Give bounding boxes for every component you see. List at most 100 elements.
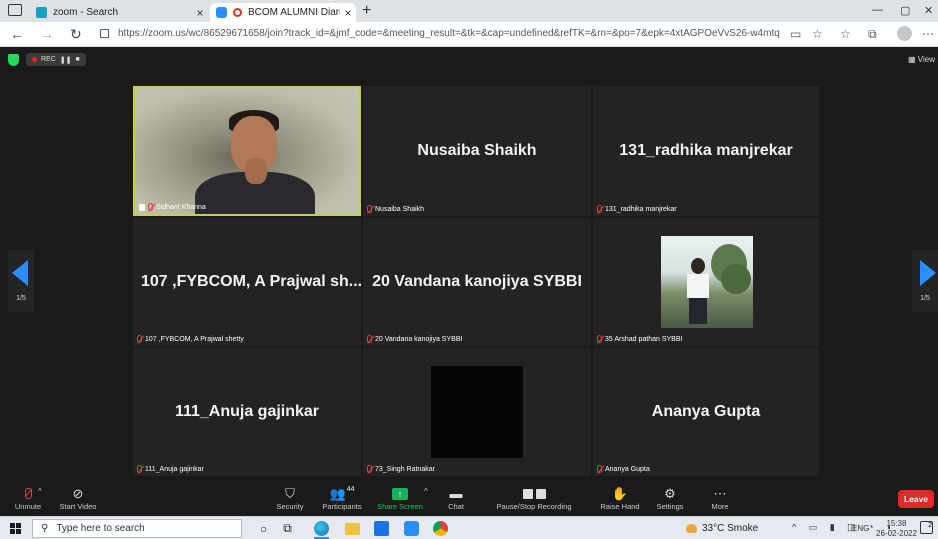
notifications-icon[interactable]: 2 bbox=[920, 521, 933, 534]
muted-mic-icon bbox=[148, 203, 153, 211]
video-tile[interactable]: 20 Vandana kanojiya SYBBI 20 Vandana kan… bbox=[363, 218, 591, 346]
muted-mic-icon bbox=[597, 335, 602, 343]
more-button[interactable]: ⋯ More bbox=[684, 485, 756, 512]
close-tab-icon[interactable]: × bbox=[192, 6, 208, 20]
edge-icon[interactable] bbox=[314, 521, 329, 536]
bing-icon bbox=[36, 7, 47, 18]
start-video-button[interactable]: ⊘ Start Video bbox=[42, 485, 114, 512]
collections-icon[interactable]: ⧉ bbox=[868, 27, 877, 42]
pause-icon: ❚❚ bbox=[59, 56, 72, 64]
tab-actions-icon[interactable] bbox=[8, 4, 22, 16]
tab-label: BCOM ALUMNI Diaries - Mi bbox=[248, 7, 340, 18]
zoom-app-icon[interactable] bbox=[404, 521, 419, 536]
muted-mic-icon bbox=[137, 465, 142, 473]
restore-icon[interactable]: ▢ bbox=[900, 4, 910, 17]
view-button[interactable]: ▦ View bbox=[908, 55, 935, 64]
new-tab-icon[interactable]: + bbox=[362, 2, 371, 20]
stop-icon: ■ bbox=[75, 56, 80, 63]
chat-button[interactable]: ▬ Chat bbox=[420, 485, 492, 511]
chat-icon: ▬ bbox=[449, 486, 463, 501]
taskbar-search-input[interactable]: ⚲ Type here to search bbox=[32, 519, 242, 538]
task-view-icon[interactable]: ⧉ bbox=[280, 521, 295, 536]
participant-label: 107 ,FYBCOM, A Prajwal shetty bbox=[137, 335, 244, 343]
pin-icon bbox=[139, 203, 145, 211]
shield-icon: ⛉ bbox=[285, 485, 295, 501]
camera-icon[interactable]: ▭ bbox=[790, 27, 801, 41]
recording-icon bbox=[233, 8, 242, 17]
previous-page-button[interactable]: 1/5 bbox=[8, 250, 34, 312]
gear-icon: ⚙ bbox=[664, 485, 676, 501]
more-icon: ⋯ bbox=[713, 485, 727, 501]
favorite-icon[interactable]: ☆ bbox=[812, 27, 823, 41]
video-tile[interactable]: Ananya Gupta Ananya Gupta bbox=[593, 348, 819, 476]
profile-photo bbox=[431, 366, 523, 458]
language-indicator[interactable]: ENG bbox=[852, 524, 869, 533]
forward-icon[interactable]: → bbox=[40, 26, 54, 42]
favorites-bar-icon[interactable]: ☆ bbox=[840, 27, 851, 41]
tab-zoom-search[interactable]: zoom - Search × bbox=[36, 3, 208, 22]
profile-avatar[interactable] bbox=[897, 26, 912, 41]
meeting-controls: Unmute ^ ⊘ Start Video ⛉ Security 👥 44 Pa… bbox=[0, 483, 938, 516]
participant-label: Sidhant Khanna bbox=[139, 203, 206, 211]
rec-dot-icon bbox=[32, 57, 37, 62]
windows-taskbar: ⚲ Type here to search ○ ⧉ 33°C Smoke ^ ▭… bbox=[0, 516, 938, 539]
pause-stop-recording-button[interactable]: Pause/Stop Recording bbox=[496, 485, 572, 511]
close-window-icon[interactable]: ✕ bbox=[924, 4, 933, 17]
url-field[interactable]: https://zoom.us/wc/86529671658/join?trac… bbox=[118, 28, 780, 39]
participant-display-name: 107 ,FYBCOM, A Prajwal sh... bbox=[141, 273, 361, 290]
zoom-top-bar: REC ❚❚ ■ ▦ View bbox=[0, 47, 938, 73]
participant-display-name: 131_radhika manjrekar bbox=[619, 142, 793, 159]
participant-label: 73_Singh Ratnakar bbox=[367, 465, 435, 473]
tab-label: zoom - Search bbox=[53, 7, 119, 18]
back-icon[interactable]: ← bbox=[10, 26, 24, 42]
participant-display-name: 111_Anuja gajinkar bbox=[174, 403, 320, 420]
muted-mic-icon bbox=[367, 465, 372, 473]
muted-mic-icon bbox=[597, 205, 602, 213]
time-text: 15:38 bbox=[886, 519, 907, 528]
video-tile[interactable]: 107 ,FYBCOM, A Prajwal sh... 107 ,FYBCOM… bbox=[133, 218, 361, 346]
shield-icon[interactable] bbox=[8, 54, 19, 66]
rec-label: REC bbox=[41, 56, 56, 63]
minimize-icon[interactable]: — bbox=[872, 4, 883, 16]
refresh-icon[interactable]: ↻ bbox=[70, 26, 82, 43]
close-tab-icon[interactable]: × bbox=[340, 6, 356, 20]
weather-widget[interactable]: 33°C Smoke bbox=[686, 523, 758, 534]
file-explorer-icon[interactable] bbox=[345, 523, 360, 535]
participant-display-name: Ananya Gupta bbox=[651, 403, 761, 420]
weather-icon bbox=[686, 524, 697, 533]
participants-icon: 👥 44 bbox=[329, 485, 355, 501]
clock[interactable]: 15:38 26-02-2022 bbox=[876, 519, 917, 539]
video-tile[interactable]: 131_radhika manjrekar 131_radhika manjre… bbox=[593, 86, 819, 216]
tab-bcom-alumni[interactable]: BCOM ALUMNI Diaries - Mi × bbox=[210, 3, 356, 22]
search-icon: ⚲ bbox=[41, 523, 49, 534]
video-tile[interactable]: 35 Arshad pathan SYBBI bbox=[593, 218, 819, 346]
video-tile[interactable]: Sidhant Khanna bbox=[133, 86, 361, 216]
recording-badge[interactable]: REC ❚❚ ■ bbox=[26, 53, 86, 66]
participant-video bbox=[135, 88, 359, 214]
video-tile[interactable]: 73_Singh Ratnakar bbox=[363, 348, 591, 476]
page-indicator: 1/5 bbox=[920, 295, 930, 302]
profile-photo bbox=[661, 236, 753, 328]
more-menu-icon[interactable]: ⋯ bbox=[922, 27, 934, 41]
address-bar-row: ← → ↻ https://zoom.us/wc/86529671658/joi… bbox=[0, 22, 938, 47]
chrome-icon[interactable] bbox=[433, 521, 448, 536]
participant-display-name: Nusaiba Shaikh bbox=[417, 142, 537, 159]
next-page-button[interactable]: 1/5 bbox=[912, 250, 938, 312]
windows-start-icon[interactable] bbox=[10, 523, 21, 534]
participant-label: 131_radhika manjrekar bbox=[597, 205, 677, 213]
muted-mic-icon bbox=[137, 335, 142, 343]
lock-icon[interactable] bbox=[100, 29, 109, 38]
leave-button[interactable]: Leave bbox=[898, 490, 934, 508]
store-icon[interactable] bbox=[374, 521, 389, 536]
zoom-icon bbox=[216, 7, 227, 18]
participant-display-name: 20 Vandana kanojiya SYBBI bbox=[372, 273, 582, 290]
date-text: 26-02-2022 bbox=[876, 529, 917, 538]
page-indicator: 1/5 bbox=[16, 295, 26, 302]
video-tile[interactable]: Nusaiba Shaikh Nusaiba Shaikh bbox=[363, 86, 591, 216]
muted-mic-icon bbox=[24, 485, 32, 502]
search-placeholder: Type here to search bbox=[56, 523, 145, 534]
browser-tab-strip: zoom - Search × BCOM ALUMNI Diaries - Mi… bbox=[0, 0, 938, 22]
video-tile[interactable]: 111_Anuja gajinkar 111_Anuja gajinkar bbox=[133, 348, 361, 476]
cortana-icon[interactable]: ○ bbox=[256, 521, 271, 536]
muted-mic-icon bbox=[367, 335, 372, 343]
